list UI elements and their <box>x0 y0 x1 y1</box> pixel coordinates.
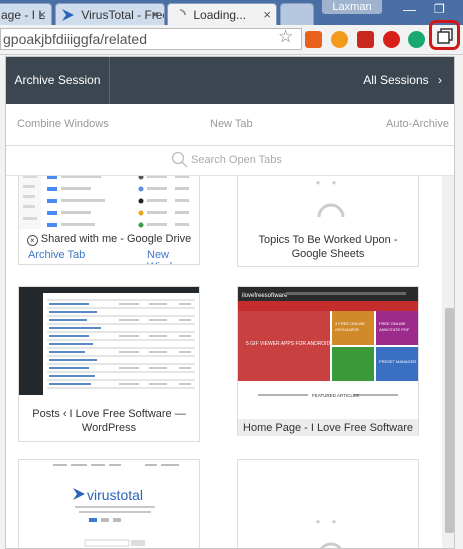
tab-card-ilfs-home[interactable]: ilovefreesoftware 5 GIF VIEWER APPS FOR … <box>237 286 419 436</box>
sad-tab-icon <box>315 519 342 548</box>
virustotal-favicon-icon <box>62 9 74 21</box>
tab-thumbnail <box>238 176 418 229</box>
tab-card-crashed[interactable] <box>237 459 419 548</box>
new-tab-button[interactable]: New Tab <box>210 118 253 130</box>
extension-fox-icon[interactable] <box>331 31 348 48</box>
tab-virustotal[interactable]: VirusTotal - Free × <box>55 3 165 25</box>
close-tab-icon[interactable]: × <box>151 7 159 22</box>
all-sessions-label: All Sessions <box>363 73 429 87</box>
loading-spinner-icon <box>174 9 186 21</box>
ilfs-logo: ilovefreesoftware <box>242 293 288 299</box>
tab-strip: age - I L × VirusTotal - Free × Loading.… <box>0 0 463 25</box>
archive-tab-link[interactable]: Archive Tab <box>28 249 85 261</box>
search-bar[interactable]: Search Open Tabs <box>6 146 454 176</box>
tab-grid: × Shared with me - Google Drive Archive T… <box>6 176 441 548</box>
all-sessions-button[interactable]: All Sessions › <box>363 57 442 104</box>
minimize-icon[interactable]: — <box>403 2 416 17</box>
virustotal-thumbnail: virustotal <box>53 464 179 547</box>
combine-windows-button[interactable]: Combine Windows <box>17 118 109 130</box>
tab-card-wordpress[interactable]: Posts ‹ I Love Free Software — WordPress <box>18 286 200 442</box>
extension-plus-icon[interactable] <box>305 31 322 48</box>
bookmark-star-icon[interactable]: ☆ <box>278 27 293 47</box>
extension-grammarly-icon[interactable] <box>408 31 425 48</box>
tab-manager-popup: Archive Session All Sessions › Combine W… <box>5 56 455 549</box>
tab-title: Home Page - I Love Free Software <box>238 419 418 436</box>
tab-thumbnail <box>238 460 418 548</box>
address-field[interactable]: gpoakjbfdiiiggfa/related <box>0 28 302 50</box>
highlight-box <box>429 20 460 50</box>
svg-text:FEATURED ARTICLES: FEATURED ARTICLES <box>312 393 359 398</box>
search-icon <box>171 151 188 168</box>
svg-text:PRESET MANAGER: PRESET MANAGER <box>379 359 416 364</box>
action-bar: Combine Windows New Tab Auto-Archive <box>6 104 454 146</box>
close-circle-icon[interactable]: × <box>26 235 38 246</box>
tab-title: × Shared with me - Google Drive <box>19 232 199 246</box>
tab-title-text: Shared with me - Google Drive <box>40 233 192 245</box>
drive-list-thumbnail <box>19 176 189 229</box>
tab-title: Posts ‹ I Love Free Software — WordPress <box>32 408 186 434</box>
tab-ilfs[interactable]: age - I L × <box>0 3 52 25</box>
sad-tab-icon <box>315 180 345 218</box>
tab-card-virustotal[interactable]: virustotal <box>18 459 200 548</box>
profile-name[interactable]: Laxman <box>322 0 382 14</box>
extension-bookmark-icon[interactable] <box>357 31 374 48</box>
svg-text:ANNOTATE PDF: ANNOTATE PDF <box>379 327 410 332</box>
tab-thumbnail <box>19 287 199 395</box>
new-window-link[interactable]: New Window <box>147 249 199 264</box>
toolbar: gpoakjbfdiiiggfa/related ☆ <box>0 25 463 55</box>
virustotal-logo: virustotal <box>87 487 143 503</box>
tab-thumbnail: virustotal <box>19 460 199 548</box>
close-tab-icon[interactable]: × <box>38 7 46 22</box>
tab-label: Loading... <box>193 8 247 22</box>
auto-archive-button[interactable]: Auto-Archive <box>386 118 449 130</box>
svg-text:FREE ONLINE: FREE ONLINE <box>379 321 406 326</box>
archive-session-button[interactable]: Archive Session <box>6 57 110 104</box>
tab-title: Topics To Be Worked Upon - Google Sheets <box>258 234 398 260</box>
tab-card-google-drive[interactable]: × Shared with me - Google Drive Archive T… <box>18 176 200 265</box>
extension-power-icon[interactable] <box>383 31 400 48</box>
wordpress-admin-thumbnail <box>19 287 199 395</box>
svg-text:3 FREE ONLINE: 3 FREE ONLINE <box>335 321 365 326</box>
tab-loading[interactable]: Loading... × <box>167 3 277 25</box>
tab-card-google-sheets[interactable]: Topics To Be Worked Upon - Google Sheets <box>237 176 419 267</box>
restore-icon[interactable]: ❐ <box>434 2 445 16</box>
scrollbar-thumb[interactable] <box>445 308 454 533</box>
ilfs-homepage-thumbnail: ilovefreesoftware 5 GIF VIEWER APPS FOR … <box>238 287 418 423</box>
tab-thumbnail: ilovefreesoftware 5 GIF VIEWER APPS FOR … <box>238 287 418 423</box>
close-tab-icon[interactable]: × <box>263 7 271 22</box>
tab-thumbnail <box>19 176 199 229</box>
chevron-right-icon: › <box>438 73 442 87</box>
popup-header: Archive Session All Sessions › <box>6 57 454 104</box>
svg-text:ORGANIZER: ORGANIZER <box>335 327 359 332</box>
search-input[interactable]: Search Open Tabs <box>191 154 282 166</box>
browser-window: age - I L × VirusTotal - Free × Loading.… <box>0 0 463 549</box>
new-tab-button[interactable] <box>280 3 314 25</box>
svg-text:5 GIF VIEWER APPS FOR ANDROID: 5 GIF VIEWER APPS FOR ANDROID <box>246 341 331 347</box>
